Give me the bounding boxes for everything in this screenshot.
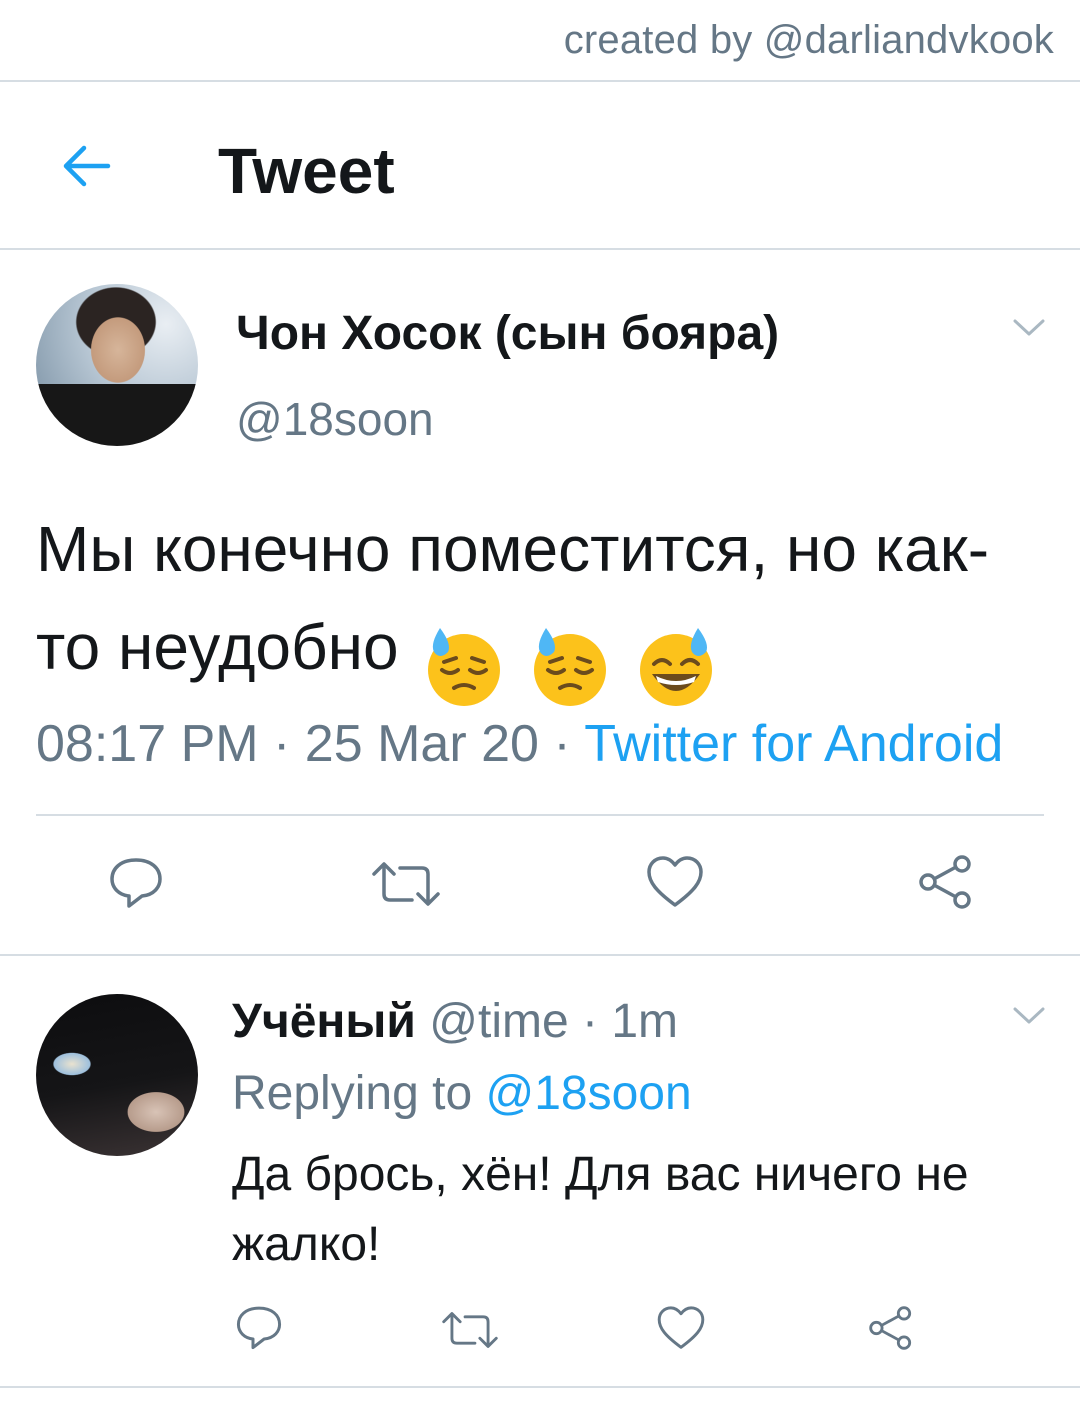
- reply-header: Учёный @time · 1m: [232, 994, 678, 1049]
- header-divider: [0, 248, 1080, 250]
- like-button[interactable]: [654, 1302, 708, 1354]
- like-button[interactable]: [644, 852, 706, 912]
- emoji-group: [422, 612, 722, 710]
- retweet-button[interactable]: [368, 856, 444, 912]
- watermark: created by @darliandvkook: [563, 18, 1054, 62]
- tweet-date: 25 Mar 20: [304, 715, 539, 773]
- tweet-divider: [0, 954, 1080, 956]
- bottom-divider: [0, 1386, 1080, 1388]
- meta-separator: ·: [258, 715, 305, 773]
- tweet-source-link[interactable]: Twitter for Android: [584, 715, 1003, 773]
- share-icon: [919, 855, 971, 909]
- reply-button[interactable]: [232, 1302, 286, 1352]
- share-icon: [869, 1306, 912, 1350]
- replying-to: Replying to @18soon: [232, 1066, 692, 1121]
- arrow-left-icon: [63, 145, 111, 187]
- reply-icon: [236, 1306, 282, 1350]
- share-button[interactable]: [914, 852, 978, 912]
- tweet-text: Мы конечно поместится, но как-то неудобн…: [36, 500, 1046, 710]
- downcast-face-with-sweat-icon: [534, 628, 607, 707]
- reply-text: Да брось, хён! Для вас ничего не жалко!: [232, 1148, 969, 1271]
- reply-separator: ·: [568, 995, 612, 1048]
- reply-button[interactable]: [104, 852, 168, 912]
- author-display-name[interactable]: Чон Хосок (сын бояра): [236, 306, 779, 361]
- meta-divider: [36, 814, 1044, 816]
- tweet-time: 08:17 PM: [36, 715, 259, 773]
- chevron-down-icon[interactable]: [1012, 318, 1046, 338]
- tweet-meta: 08:17 PM · 25 Mar 20 · Twitter for Andro…: [36, 714, 1003, 774]
- reply-handle[interactable]: @time: [429, 995, 568, 1048]
- replying-label: Replying to: [232, 1067, 473, 1120]
- retweet-icon: [442, 1312, 498, 1348]
- reply-age: 1m: [611, 995, 679, 1048]
- top-divider: [0, 80, 1080, 82]
- downcast-face-with-sweat-icon: [428, 628, 501, 707]
- chevron-down-icon[interactable]: [1012, 1006, 1046, 1026]
- like-icon: [657, 1306, 705, 1349]
- reply-icon: [110, 858, 162, 908]
- like-icon: [647, 856, 703, 907]
- back-button[interactable]: [58, 142, 112, 190]
- grinning-face-with-sweat-icon: [639, 628, 712, 707]
- retweet-icon: [372, 862, 440, 906]
- avatar[interactable]: [36, 284, 198, 446]
- replying-to-link[interactable]: @18soon: [485, 1067, 691, 1120]
- retweet-button[interactable]: [438, 1306, 502, 1354]
- author-handle[interactable]: @18soon: [236, 392, 434, 446]
- share-button[interactable]: [864, 1302, 918, 1354]
- meta-separator: ·: [538, 715, 585, 773]
- reply-display-name[interactable]: Учёный: [232, 995, 416, 1048]
- page-title: Tweet: [218, 135, 395, 207]
- avatar[interactable]: [36, 994, 198, 1156]
